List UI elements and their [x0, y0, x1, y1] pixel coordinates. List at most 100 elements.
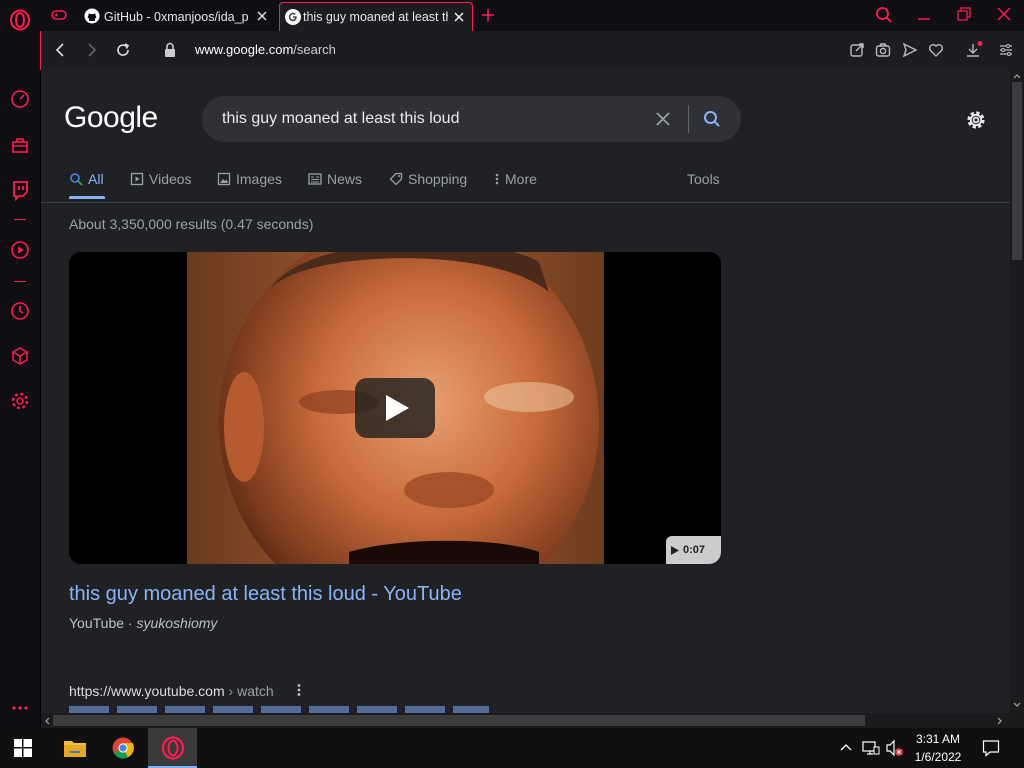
tab-more[interactable]: More	[494, 171, 537, 187]
close-tab-icon[interactable]	[255, 9, 269, 23]
reload-icon[interactable]	[115, 42, 131, 58]
twitch-icon[interactable]	[9, 179, 31, 201]
tab-label: GitHub - 0xmanjoos/ida_pr	[104, 10, 248, 24]
scroll-up-icon[interactable]	[1013, 73, 1021, 79]
duration-badge: 0:07	[666, 536, 721, 564]
speed-dial-icon[interactable]	[9, 88, 31, 110]
google-favicon-icon	[285, 9, 301, 25]
bag-icon[interactable]	[9, 134, 31, 156]
scroll-corner	[1010, 713, 1024, 728]
easy-setup-icon[interactable]	[998, 42, 1014, 58]
google-logo[interactable]: Google	[64, 101, 158, 135]
scroll-left-icon[interactable]	[44, 717, 50, 725]
notifications-icon[interactable]	[982, 739, 1000, 757]
search-input[interactable]: this guy moaned at least this loud	[222, 110, 459, 128]
minimize-icon[interactable]	[917, 8, 931, 22]
opera-logo-icon[interactable]	[9, 9, 31, 31]
settings-icon[interactable]	[964, 108, 988, 132]
gamepad-icon[interactable]	[50, 8, 68, 22]
result-options-icon[interactable]	[296, 683, 302, 697]
search-box[interactable]: this guy moaned at least this loud	[202, 96, 741, 142]
result-url-path: › watch	[224, 683, 274, 699]
horizontal-scroll-thumb[interactable]	[53, 715, 865, 726]
tab-all[interactable]: All	[69, 171, 104, 187]
settings-gear-icon[interactable]	[9, 390, 31, 412]
tools-button[interactable]: Tools	[687, 171, 720, 187]
new-tab-icon[interactable]	[481, 8, 495, 22]
result-title-link[interactable]: this guy moaned at least this loud - You…	[69, 583, 462, 606]
clear-search-icon[interactable]	[655, 111, 671, 127]
back-icon[interactable]	[53, 42, 67, 58]
player-icon[interactable]	[9, 239, 31, 261]
scroll-right-icon[interactable]	[997, 717, 1003, 725]
browser-sidebar	[0, 0, 40, 728]
tab-label: this guy moaned at least this loud	[303, 10, 448, 24]
tag-icon	[389, 172, 403, 186]
address-bar-row: www.google.com/search	[40, 31, 1024, 70]
tab-google-search[interactable]: this guy moaned at least this loud	[279, 2, 473, 31]
tab-all-label: All	[88, 171, 104, 187]
tab-search-icon[interactable]	[875, 6, 893, 24]
file-explorer-icon[interactable]	[63, 737, 87, 759]
camera-icon[interactable]	[875, 42, 891, 58]
more-dots-icon[interactable]	[9, 697, 31, 719]
tray-chevron-up-icon[interactable]	[839, 741, 853, 753]
result-source: YouTube	[69, 615, 125, 631]
tab-news-label: News	[327, 171, 363, 187]
forward-icon[interactable]	[85, 42, 99, 58]
google-results-page: Google this guy moaned at least this lou…	[41, 70, 1010, 713]
tab-more-label: More	[505, 171, 537, 187]
tab-images-label: Images	[236, 171, 282, 187]
search-small-icon	[70, 173, 83, 186]
volume-muted-icon[interactable]	[885, 739, 905, 757]
windows-start-icon[interactable]	[14, 739, 32, 757]
news-icon	[308, 173, 322, 185]
active-tab-indicator	[69, 196, 105, 199]
more-vert-icon	[495, 173, 499, 185]
clock-time: 3:31 AM	[915, 732, 961, 746]
extensions-cube-icon[interactable]	[9, 345, 31, 367]
search-icon[interactable]	[703, 110, 721, 128]
url-path: /search	[293, 42, 336, 57]
result-title-cut	[69, 706, 489, 713]
restore-icon[interactable]	[957, 7, 971, 21]
history-icon[interactable]	[9, 300, 31, 322]
vertical-scrollbar[interactable]	[1010, 70, 1024, 713]
play-button[interactable]	[355, 378, 435, 438]
lock-icon[interactable]	[164, 42, 176, 58]
vertical-scroll-thumb[interactable]	[1012, 82, 1022, 260]
tab-videos[interactable]: Videos	[130, 171, 192, 187]
scroll-down-icon[interactable]	[1013, 702, 1021, 708]
tab-github[interactable]: GitHub - 0xmanjoos/ida_pr	[77, 2, 275, 31]
nav-divider	[41, 202, 1010, 203]
result-url-host: https://www.youtube.com	[69, 683, 225, 699]
video-icon	[130, 172, 144, 186]
tab-images[interactable]: Images	[217, 171, 282, 187]
video-thumbnail[interactable]: 0:07	[69, 252, 721, 564]
system-clock[interactable]: 3:31 AM 1/6/2022	[907, 730, 969, 766]
close-window-icon[interactable]	[997, 7, 1011, 21]
network-icon[interactable]	[862, 739, 880, 757]
tab-shopping[interactable]: Shopping	[389, 171, 467, 187]
result-stats: About 3,350,000 results (0.47 seconds)	[69, 216, 314, 232]
clock-date: 1/6/2022	[914, 750, 962, 764]
taskbar-opera-active[interactable]	[148, 728, 197, 768]
horizontal-scrollbar[interactable]	[41, 713, 1010, 728]
heart-icon[interactable]	[928, 42, 944, 58]
download-icon[interactable]	[965, 41, 983, 59]
share-icon[interactable]	[849, 42, 865, 58]
chrome-icon[interactable]	[112, 737, 134, 759]
close-tab-icon[interactable]	[452, 10, 466, 24]
tab-shopping-label: Shopping	[408, 171, 468, 187]
play-icon	[386, 395, 409, 421]
opera-icon	[161, 736, 185, 760]
url-host: www.google.com	[195, 42, 294, 57]
send-icon[interactable]	[902, 42, 918, 58]
duration-label: 0:07	[683, 544, 706, 556]
url-field[interactable]: www.google.com/search	[195, 42, 336, 57]
result-url[interactable]: https://www.youtube.com › watch	[69, 683, 274, 699]
taskbar: 3:31 AM 1/6/2022	[0, 728, 1024, 768]
image-icon	[217, 172, 231, 186]
tab-strip: GitHub - 0xmanjoos/ida_pr this guy moane…	[40, 0, 1024, 31]
tab-news[interactable]: News	[308, 171, 362, 187]
